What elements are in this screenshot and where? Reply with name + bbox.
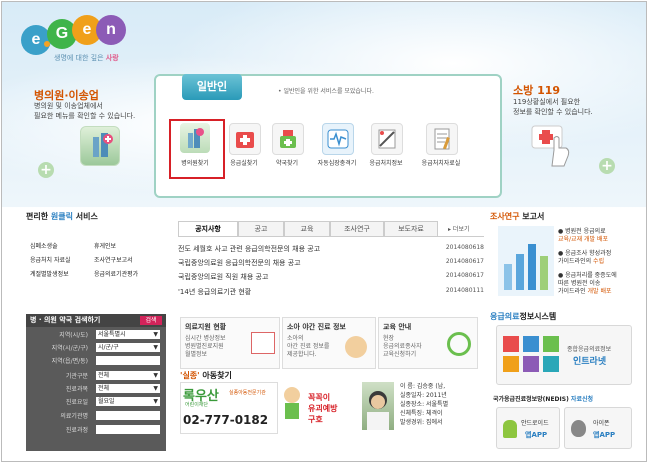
page-frame: e G e n 생명에 대한 깊은 사랑 병의원·이송업 병의원 및 이송업체에…: [1, 1, 647, 462]
logo-tagline: 생명에 대한 깊은 사랑: [54, 54, 119, 62]
search-label-name: 의료기관명: [60, 413, 88, 420]
first-aid-library-icon[interactable]: [426, 123, 458, 155]
search-select-day[interactable]: 월요일 ▼: [96, 397, 160, 406]
missing-child-photo[interactable]: [362, 382, 394, 430]
quick-rest[interactable]: 휴게인보: [94, 241, 116, 250]
defibrillator-icon[interactable]: [322, 123, 354, 155]
search-select-type[interactable]: 전체 ▼: [96, 371, 160, 380]
first-aid-info-icon[interactable]: [371, 123, 403, 155]
hospital-search-icon[interactable]: [180, 123, 210, 153]
research-item[interactable]: ● 응급조사 향성과정 가이드라인의 수립: [558, 250, 611, 266]
abduction-prevention[interactable]: 꼭꼭이 유괴예방 구호: [308, 392, 337, 425]
emergency-room-icon[interactable]: [229, 123, 261, 155]
research-item[interactable]: ● 병원전 응급의료 교육/교재 개발 배포: [558, 228, 608, 244]
search-label-type: 기관구분: [65, 373, 88, 380]
tab-notice[interactable]: 공지사항: [178, 221, 238, 237]
center-panel-desc: • 일반인을 위한 서비스를 모았습니다.: [278, 88, 374, 95]
em-system-title: 응급의료정보시스템: [490, 312, 557, 321]
news-row[interactable]: 국립중앙의료원 직원 채용 공고 2014080617: [178, 272, 484, 282]
search-label-dept: 진료과목: [65, 386, 88, 393]
search-select-sigungu[interactable]: 시/군/구 ▼: [96, 343, 160, 352]
icon-label-hospital[interactable]: 병의원찾기: [170, 158, 220, 167]
pharmacy-icon[interactable]: [272, 123, 304, 155]
info-box-child-night[interactable]: 소아 야간 진료 정보 소아의 야간 진료 정보를 제공합니다.: [282, 317, 376, 369]
icon-label-defibrillator[interactable]: 자동심장충격기: [312, 158, 362, 167]
quick-seasonal-info[interactable]: 계절별발생정보: [30, 269, 69, 278]
android-icon: [503, 420, 517, 438]
calendar-icon: [251, 332, 275, 354]
neds-title[interactable]: 국가응급진료정보망(NEDIS) 자료신청: [493, 394, 593, 403]
search-input-name[interactable]: [96, 411, 160, 420]
icon-label-first-aid-library[interactable]: 응급처치자료실: [416, 158, 466, 167]
tab-general-public[interactable]: 일반인: [182, 74, 242, 100]
right-panel-plus-icon[interactable]: +: [599, 158, 615, 174]
missing-child-profile: 이 름: 김승중 (남, 실종일자: 2011년 실종장소: 서울특별 신체특징: …: [400, 383, 449, 426]
info-box-education[interactable]: 교육 안내 현장 응급의료종사자 교육신청하기: [378, 317, 478, 369]
missing-child-banner[interactable]: 록우산 어린이재단 실종아동전문기관 02-777-0182: [180, 382, 278, 434]
search-select-sido[interactable]: 서울특별시 ▼: [96, 330, 160, 339]
quick-service-title: 편리한 원클릭 서비스: [26, 212, 98, 221]
search-label-course: 진료과정: [65, 427, 88, 434]
news-row[interactable]: 국립중앙의료원 응급의학전문의 채용 공고 2014080617: [178, 258, 484, 268]
search-select-dept[interactable]: 전체 ▼: [96, 384, 160, 393]
android-app-button[interactable]: 안드로이드 앱APP: [496, 407, 560, 449]
iphone-app-button[interactable]: 아이폰 앱APP: [564, 407, 632, 449]
news-divider: [178, 236, 484, 237]
quick-research-report[interactable]: 조사연구보고서: [94, 255, 133, 264]
research-item[interactable]: ● 응급처리를 중증도에 따른 병원전 이송 가이드라인 개발 배포: [558, 272, 617, 296]
apple-icon: [571, 420, 586, 437]
quick-hospital-eval[interactable]: 응급의료기관평가: [94, 269, 138, 278]
search-button[interactable]: 검색: [140, 316, 162, 325]
logo-dot: [44, 41, 50, 47]
research-chart-image[interactable]: [498, 226, 554, 296]
icon-label-first-aid[interactable]: 응급처치정보: [361, 158, 411, 167]
news-row[interactable]: 전도 세월호 사고 관련 응급의학전문의 채용 공고 2014080618: [178, 244, 484, 254]
tab-press[interactable]: 보도자료: [384, 221, 438, 237]
search-label-dong: 지역(읍/면/동): [51, 358, 88, 365]
tab-education[interactable]: 교육: [284, 221, 330, 237]
kid-character-icon: [280, 386, 304, 422]
info-box-medical-support[interactable]: 의료지원 현황 심시간 병상정보 병원별진료지원 월별정보: [180, 317, 280, 369]
tab-announcement[interactable]: 공고: [238, 221, 284, 237]
right-panel-desc: 119상황실에서 필요한 정보를 확인할 수 있습니다.: [513, 98, 593, 116]
news-row[interactable]: '14년 응급의료기관 현황 2014080111: [178, 287, 484, 297]
tab-research[interactable]: 조사연구: [330, 221, 384, 237]
left-panel-desc: 병의원 및 이송업체에서 필요한 메뉴를 확인할 수 있습니다.: [34, 102, 136, 120]
search-input-dong[interactable]: [96, 356, 160, 365]
more-link[interactable]: ▸ 더보기: [448, 224, 469, 233]
magnifier-icon: [447, 332, 471, 356]
research-title: 조사연구 보고서: [490, 212, 545, 221]
em-intranet-icons: [503, 336, 559, 374]
search-label-sigungu: 지역(시/군/구): [51, 345, 88, 352]
hospital-building-icon[interactable]: [80, 126, 120, 166]
quick-cpr[interactable]: 심폐소생술: [30, 241, 58, 250]
logo-letter-n[interactable]: n: [96, 15, 126, 45]
quick-first-aid-library[interactable]: 응급처치 자료실: [30, 255, 71, 264]
icon-label-pharmacy[interactable]: 약국찾기: [262, 158, 312, 167]
missing-child-title: '실종' 아동찾기: [180, 371, 232, 380]
child-doctor-icon: [345, 336, 367, 358]
search-input-course[interactable]: [96, 425, 160, 434]
em-intranet-button[interactable]: 종합응급의료정보 인트라넷: [496, 325, 632, 385]
hand-click-icon[interactable]: [528, 120, 578, 170]
search-label-day: 진료요일: [65, 399, 88, 406]
right-panel-title[interactable]: 소방 119: [513, 82, 560, 98]
left-panel-plus-icon[interactable]: +: [38, 162, 54, 178]
search-label-sido: 지역(시/도): [59, 332, 88, 339]
